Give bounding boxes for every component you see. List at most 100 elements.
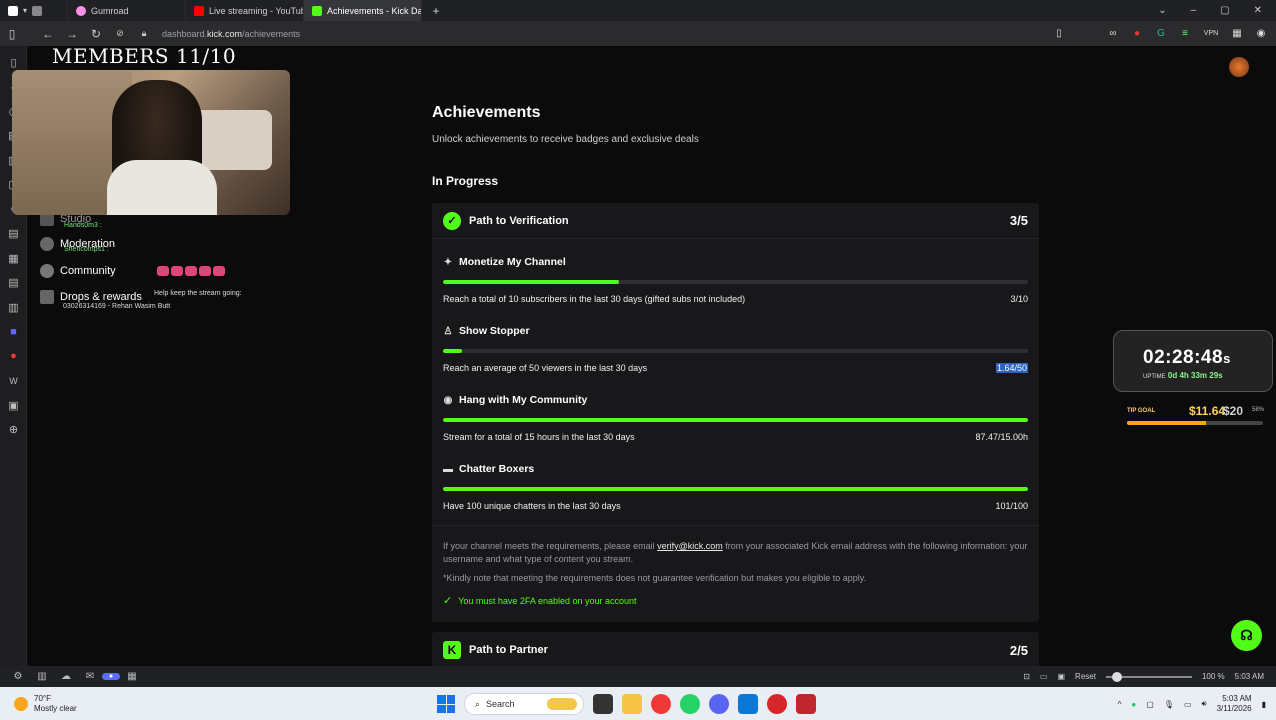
vivaldi-panel-icon[interactable]: ● (0, 344, 27, 369)
obs-record-icon[interactable] (767, 694, 787, 714)
assistant-panel-icon[interactable]: ▣ (0, 393, 27, 418)
page-title: Achievements (432, 104, 541, 121)
tab-gumroad[interactable]: Gumroad (68, 0, 186, 21)
verification-card-header[interactable]: ✓ Path to Verification 3/5 (432, 203, 1039, 239)
reload-icon[interactable]: ↻ (84, 27, 108, 41)
add-panel-icon[interactable]: ⊕ (0, 418, 27, 443)
image-toggle-icon[interactable]: ▣ (1057, 672, 1065, 681)
user-avatar[interactable] (1229, 57, 1249, 77)
system-tray: ^ ● ▢ 🎙︎ ▭ 🔊︎ 5:03 AM 3/11/2026 ▮ (1118, 694, 1266, 714)
webcam-feed (12, 70, 290, 215)
tip-percent: 58% (1252, 407, 1265, 413)
taskview-icon[interactable] (593, 694, 613, 714)
volume-icon[interactable]: 🔊︎ (1202, 699, 1207, 709)
infinity-icon[interactable]: ∞ (1106, 27, 1120, 41)
tab-list-icon[interactable]: ⌄ (1158, 5, 1166, 16)
cloud-sync-icon[interactable]: ☁ (54, 671, 78, 682)
tab-label: Gumroad (91, 5, 129, 16)
app-red-icon[interactable] (796, 694, 816, 714)
site-settings-icon[interactable]: ⊘ (108, 28, 132, 39)
extension-red-icon[interactable]: ● (1130, 27, 1144, 41)
chevron-down-icon: ▾ (23, 6, 28, 15)
chat-emotes (157, 266, 225, 276)
goal-title: ◉ Hang with My Community (443, 394, 1028, 406)
back-icon[interactable]: ← (36, 27, 60, 41)
taskbar-search[interactable]: ⌕ Search (464, 693, 584, 715)
file-explorer-icon[interactable] (622, 694, 642, 714)
mail-icon[interactable]: ✉ (78, 671, 102, 682)
weather-widget[interactable]: 70°F Mostly clear (0, 694, 77, 714)
minimize-icon[interactable]: – (1191, 5, 1197, 16)
support-chat-button[interactable]: ☊ (1231, 620, 1262, 651)
browser-menu-button[interactable]: ▾ (0, 0, 68, 21)
badge-icon[interactable]: ● (102, 673, 120, 680)
url-field[interactable]: dashboard.kick.com/achievements (162, 29, 300, 39)
bookmark-icon[interactable]: ▯ (1052, 27, 1066, 41)
taskbar-apps: ⌕ Search (437, 693, 816, 715)
goal-title: ✦ Monetize My Channel (443, 256, 1028, 268)
twofa-label: You must have 2FA enabled on your accoun… (458, 596, 637, 606)
kick-favicon-icon (312, 5, 322, 16)
new-tab-button[interactable]: + (422, 0, 450, 21)
partner-card-header[interactable]: K Path to Partner 2/5 (432, 632, 1039, 668)
weather-desc: Mostly clear (34, 703, 77, 713)
wikipedia-panel-icon[interactable]: W (0, 369, 27, 394)
card-count: 2/5 (1009, 642, 1028, 658)
verify-email-link[interactable]: verify@kick.com (657, 541, 723, 551)
sidebar-item-drops-rewards[interactable]: Drops & rewards (40, 290, 142, 304)
tray-app-icon[interactable]: ▢ (1146, 700, 1154, 709)
settings-icon[interactable]: ⚙ (6, 671, 30, 682)
vpn-icon[interactable]: VPN (1202, 27, 1220, 41)
windows-taskbar: 70°F Mostly clear ⌕ Search ^ ● ▢ 🎙︎ ▭ 🔊︎… (0, 687, 1276, 720)
chat-message: 03026314169 - Rehan Wasim Butt (63, 303, 171, 310)
whatsapp-icon[interactable] (680, 694, 700, 714)
extensions-puzzle-icon[interactable]: ▦ (1230, 27, 1244, 41)
close-icon[interactable]: ✕ (1254, 5, 1262, 16)
grammarly-icon[interactable]: G (1154, 27, 1168, 41)
mastodon-panel-icon[interactable]: ■ (0, 320, 27, 345)
notification-icon[interactable]: ▮ (1262, 700, 1266, 709)
taskbar-clock[interactable]: 5:03 AM 3/11/2026 (1217, 694, 1252, 714)
discord-icon[interactable] (709, 694, 729, 714)
tray-green-icon[interactable]: ● (1131, 700, 1136, 709)
goal-value: 3/10 (1010, 294, 1028, 304)
tab-kick-achievements[interactable]: Achievements - Kick Dashb (304, 0, 422, 21)
feed-icon[interactable]: ≡ (1178, 27, 1192, 41)
zoom-slider[interactable] (1105, 671, 1192, 682)
maximize-icon[interactable]: ▢ (1220, 5, 1229, 16)
zoom-slider-knob[interactable] (1111, 671, 1122, 682)
vscode-icon[interactable] (738, 694, 758, 714)
windows-start-icon[interactable] (437, 695, 455, 713)
chat-message: Shericomps1 : (64, 246, 109, 253)
goal-title-label: Chatter Boxers (459, 463, 535, 475)
tasks-panel-icon[interactable]: ▤ (0, 271, 27, 296)
reset-zoom-button[interactable]: Reset (1075, 672, 1096, 681)
panel-toggle-icon[interactable]: ▥ (30, 671, 54, 682)
panel-toggle-icon[interactable]: ▯ (0, 27, 24, 41)
card-count: 3/5 (1009, 213, 1028, 228)
kick-logo-icon: K (443, 641, 461, 659)
tiling-icon[interactable]: ▭ (1040, 672, 1048, 681)
microphone-icon[interactable]: 🎙︎ (1164, 700, 1174, 709)
tray-overflow-icon[interactable]: ^ (1118, 700, 1122, 709)
headset-icon: ☊ (1240, 627, 1253, 643)
calendar-icon[interactable]: ▦ (120, 671, 144, 682)
uptime-label: UPTIME 0d 4h 33m 29s (1143, 371, 1223, 380)
sidebar-item-label: Community (60, 265, 116, 277)
reader-list-icon[interactable]: ▤ (0, 222, 27, 247)
sparkle-icon: ✦ (443, 256, 453, 268)
capture-icon[interactable]: ⊡ (1023, 672, 1030, 681)
forward-icon[interactable]: → (60, 27, 84, 41)
calendar-panel-icon[interactable]: ▦ (0, 246, 27, 271)
translate-panel-icon[interactable]: ▥ (0, 295, 27, 320)
extensions-icon (32, 5, 43, 16)
profile-avatar-icon[interactable]: ◉ (1254, 27, 1268, 41)
sidebar-item-community[interactable]: Community (40, 264, 116, 278)
goal-title-label: Show Stopper (459, 325, 530, 337)
network-icon[interactable]: ▭ (1184, 700, 1192, 709)
tab-youtube[interactable]: Live streaming - YouTube S (186, 0, 304, 21)
tip-goal-label: TIP GOAL (1127, 408, 1156, 414)
vivaldi-taskbar-icon[interactable] (651, 694, 671, 714)
status-time: 5:03 AM (1234, 672, 1264, 681)
tip-goal-overlay: TIP GOAL $11.64 $20 58% (1113, 400, 1271, 434)
